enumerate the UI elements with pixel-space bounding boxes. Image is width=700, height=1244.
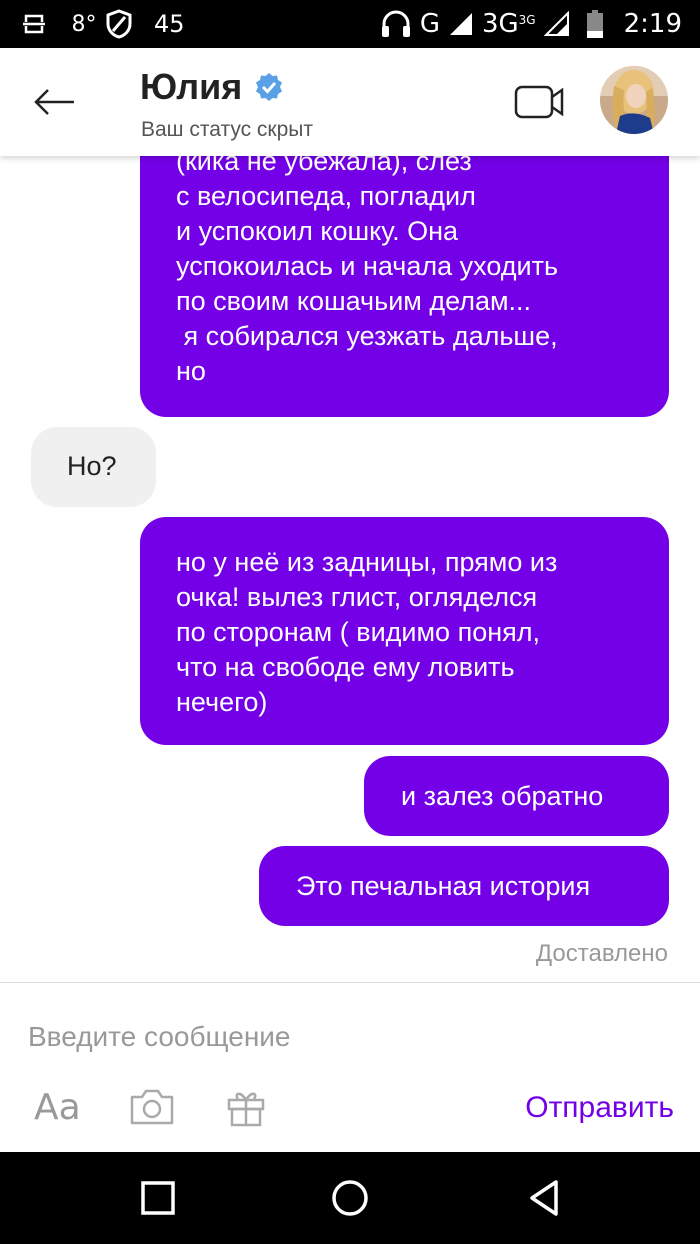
network-3g: 3G 3G: [482, 9, 536, 39]
message-line: и успокоил кошку. Она: [176, 216, 459, 246]
message-line: по сторонам ( видимо понял,: [176, 617, 540, 647]
message-bubble-incoming[interactable]: Но?: [31, 427, 156, 507]
vpn-icon: [106, 0, 148, 48]
message-line: (кика не убежала), слез: [176, 156, 472, 176]
chat-header: Юлия Ваш статус скрыт: [0, 48, 700, 156]
message-list[interactable]: (кика не убежала), слез с велосипеда, по…: [0, 156, 700, 982]
network-g: G: [419, 9, 440, 39]
camera-icon: [130, 1089, 174, 1125]
message-line: но: [176, 356, 206, 386]
signal-icon-2: [543, 11, 570, 37]
headset-icon: [380, 9, 412, 39]
message-text: Но?: [67, 451, 117, 481]
contact-name: Юлия: [140, 66, 243, 107]
battery-icon: [586, 9, 604, 39]
message-line: но у неё из задницы, прямо из: [176, 547, 558, 577]
contact-name-row[interactable]: Юлия: [140, 66, 284, 108]
message-input[interactable]: [28, 1017, 668, 1057]
message-line: очка! вылез глист, огляделся: [176, 582, 538, 612]
gift-icon: [227, 1092, 265, 1127]
message-bubble-outgoing[interactable]: и залез обратно: [364, 756, 669, 836]
triangle-back-icon: [530, 1180, 558, 1216]
message-line: что на свободе ему ловить: [176, 652, 515, 682]
message-line: по своим кошачьим делам...: [176, 286, 532, 316]
message-composer: Aa Отправить: [0, 982, 700, 1152]
avatar-image: [600, 66, 668, 134]
home-button[interactable]: [330, 1178, 370, 1218]
clock: 2:19: [623, 9, 682, 39]
signal-icon-1: [448, 11, 474, 37]
message-text: Это печальная история: [296, 871, 591, 901]
circle-icon: [332, 1180, 368, 1216]
back-button[interactable]: [28, 80, 80, 124]
video-call-button[interactable]: [514, 84, 566, 120]
screenshot-icon: [22, 0, 62, 48]
back-nav-button[interactable]: [524, 1178, 564, 1218]
back-arrow-icon: [34, 89, 74, 115]
notification-count: 45: [154, 10, 185, 38]
navigation-bar: [0, 1152, 700, 1244]
message-line: успокоилась и начала уходить: [176, 251, 559, 281]
network-3g-superscript: 3G: [518, 13, 536, 27]
square-icon: [141, 1181, 175, 1215]
message-bubble-outgoing[interactable]: но у неё из задницы, прямо из очка! выле…: [140, 517, 669, 745]
message-line: с велосипеда, погладил: [176, 181, 476, 211]
avatar[interactable]: [600, 66, 668, 134]
message-bubble-outgoing[interactable]: Это печальная история: [259, 846, 669, 926]
gift-button[interactable]: [226, 1083, 266, 1131]
camera-button[interactable]: [128, 1083, 176, 1131]
status-bar: 8° 45 G 3G 3G 2:19: [0, 0, 700, 48]
verified-badge-icon: [256, 73, 283, 101]
network-3g-label: 3G: [481, 9, 519, 39]
status-left: 8° 45: [22, 0, 185, 48]
recents-button[interactable]: [138, 1178, 178, 1218]
message-text: и залез обратно: [401, 781, 604, 811]
contact-status: Ваш статус скрыт: [141, 118, 313, 141]
message-bubble-outgoing[interactable]: (кика не убежала), слез с велосипеда, по…: [140, 156, 669, 417]
video-camera-icon: [514, 85, 564, 119]
text-format-button[interactable]: Aa: [34, 1083, 81, 1131]
send-button[interactable]: Отправить: [525, 1091, 674, 1125]
delivery-status: Доставлено: [535, 940, 668, 967]
status-right: G 3G 3G 2:19: [380, 0, 682, 48]
message-line: нечего): [176, 687, 268, 717]
message-line: я собирался уезжать дальше,: [176, 321, 558, 351]
temperature: 8°: [71, 11, 97, 37]
